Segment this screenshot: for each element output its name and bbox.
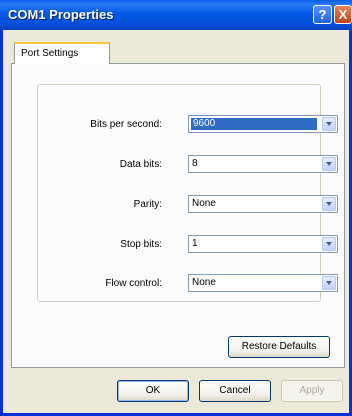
- chevron-down-icon[interactable]: [322, 276, 336, 290]
- chevron-down-icon[interactable]: [322, 157, 336, 171]
- close-button[interactable]: X: [334, 5, 352, 24]
- flow-control-label: Flow control:: [105, 278, 162, 289]
- help-icon: ?: [318, 7, 327, 22]
- parity-label: Parity:: [133, 199, 162, 210]
- port-settings-panel: Bits per second: 9600 Data bits: 8 Parit…: [11, 63, 345, 368]
- chevron-down-icon[interactable]: [322, 237, 336, 251]
- bits-per-second-dropdown[interactable]: 9600: [188, 115, 338, 133]
- flow-control-value: None: [192, 277, 216, 288]
- help-button[interactable]: ?: [313, 5, 332, 24]
- flow-control-dropdown[interactable]: None: [188, 274, 338, 292]
- stop-bits-dropdown[interactable]: 1: [188, 235, 338, 253]
- parity-value: None: [192, 198, 216, 209]
- apply-button[interactable]: Apply: [281, 380, 343, 402]
- restore-defaults-button[interactable]: Restore Defaults: [228, 336, 330, 358]
- properties-dialog: COM1 Properties ? X Port Settings Bits p…: [0, 0, 352, 416]
- close-icon: X: [338, 7, 348, 22]
- chevron-down-icon[interactable]: [322, 117, 336, 131]
- chevron-down-icon[interactable]: [322, 197, 336, 211]
- tab-port-settings[interactable]: Port Settings: [14, 42, 110, 64]
- stop-bits-label: Stop bits:: [120, 239, 162, 250]
- data-bits-label: Data bits:: [119, 159, 162, 170]
- parity-dropdown[interactable]: None: [188, 195, 338, 213]
- cancel-button[interactable]: Cancel: [199, 380, 271, 402]
- ok-button[interactable]: OK: [117, 380, 189, 402]
- bits-per-second-label: Bits per second:: [90, 119, 162, 130]
- settings-group: Bits per second: 9600 Data bits: 8 Parit…: [37, 84, 338, 302]
- data-bits-value: 8: [192, 158, 198, 169]
- title-bar[interactable]: COM1 Properties ? X: [0, 0, 352, 30]
- bits-per-second-value: 9600: [191, 118, 317, 130]
- stop-bits-value: 1: [192, 238, 198, 249]
- window-title: COM1 Properties: [8, 7, 114, 22]
- data-bits-dropdown[interactable]: 8: [188, 155, 338, 173]
